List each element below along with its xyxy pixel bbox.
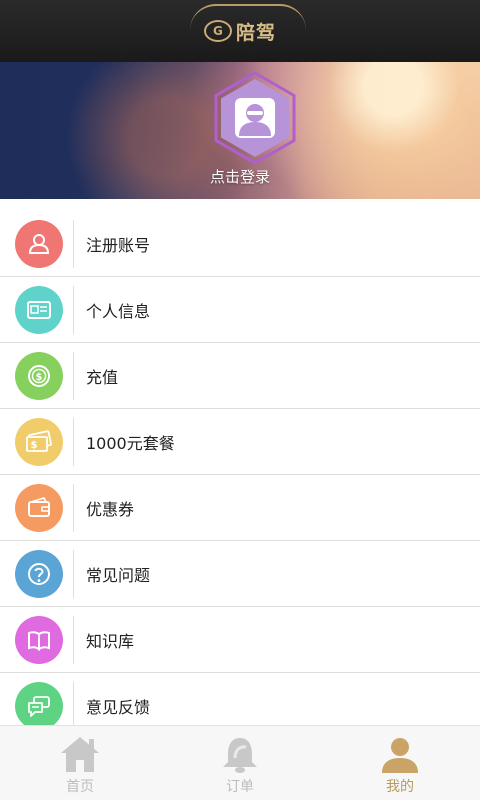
menu-item-label: 1000元套餐: [86, 433, 175, 453]
menu-item-feedback[interactable]: 意见反馈: [0, 673, 480, 725]
wallet-icon: [15, 483, 63, 532]
menu-item-label: 优惠券: [86, 499, 135, 519]
menu-item-register[interactable]: 注册账号: [0, 211, 480, 277]
book-icon: [15, 615, 63, 664]
menu-divider: [73, 549, 74, 598]
user-icon: [15, 219, 63, 268]
top-bar: G 陪驾: [0, 0, 480, 62]
tab-mine[interactable]: 我的: [320, 726, 480, 800]
menu-item-label: 充值: [86, 367, 119, 387]
menu-divider: [73, 351, 74, 400]
tab-orders-label: 订单: [226, 779, 254, 795]
coin-icon: $: [15, 351, 63, 400]
menu-item-package[interactable]: $ 1000元套餐: [0, 409, 480, 475]
menu-item-label: 个人信息: [86, 301, 151, 321]
menu-item-label: 知识库: [86, 631, 135, 651]
id-card-icon: [15, 285, 63, 334]
avatar[interactable]: [207, 70, 303, 166]
menu-item-coupon[interactable]: 优惠券: [0, 475, 480, 541]
tab-home[interactable]: 首页: [0, 726, 160, 800]
svg-text:$: $: [31, 440, 38, 451]
menu-item-label: 注册账号: [86, 235, 151, 255]
logo-arc-icon: [189, 3, 306, 30]
chat-icon: [15, 681, 63, 725]
tab-home-label: 首页: [66, 779, 94, 795]
home-icon: [61, 737, 99, 772]
menu-item-knowledge-base[interactable]: 知识库: [0, 607, 480, 673]
menu-divider: [73, 219, 74, 268]
svg-text:$: $: [36, 372, 43, 383]
bell-icon: [223, 738, 257, 773]
avatar-hexagon-icon: [214, 71, 296, 165]
menu-item-label: 常见问题: [86, 565, 151, 585]
tab-mine-label: 我的: [386, 779, 414, 795]
menu-divider: [73, 615, 74, 664]
menu-item-faq[interactable]: 常见问题: [0, 541, 480, 607]
cash-icon: $: [15, 417, 63, 466]
profile-banner: 点击登录: [0, 62, 480, 199]
menu-item-recharge[interactable]: $ 充值: [0, 343, 480, 409]
menu-divider: [73, 417, 74, 466]
app-logo: G 陪驾: [189, 3, 306, 45]
menu-item-personal-info[interactable]: 个人信息: [0, 277, 480, 343]
person-icon: [382, 738, 418, 773]
question-icon: [15, 549, 63, 598]
menu-divider: [73, 483, 74, 532]
login-link[interactable]: 点击登录: [0, 166, 480, 187]
menu-item-label: 意见反馈: [86, 697, 151, 717]
bottom-tab-bar: 首页 订单 我的: [0, 725, 480, 800]
tab-orders[interactable]: 订单: [160, 726, 320, 800]
menu-list: 注册账号 个人信息 $ 充值 $ 1000元套餐 优惠券 常见问题 知识库 意见…: [0, 211, 480, 725]
menu-divider: [73, 285, 74, 334]
menu-divider: [73, 681, 74, 725]
